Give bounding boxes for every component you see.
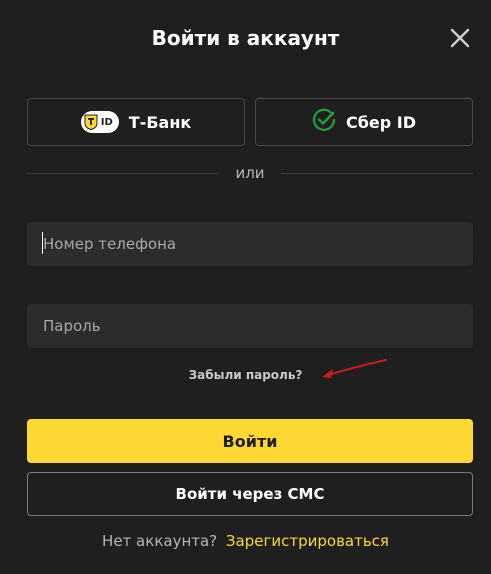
register-prompt: Нет аккаунта? Зарегистрироваться [0, 532, 491, 550]
sber-check-icon [312, 108, 336, 136]
sber-id-login-button[interactable]: Сбер ID [255, 98, 473, 146]
phone-input[interactable] [27, 222, 473, 266]
password-input[interactable] [27, 304, 473, 348]
no-account-text: Нет аккаунта? [102, 532, 218, 550]
annotation-arrow-icon [322, 359, 387, 378]
close-icon[interactable] [448, 26, 472, 50]
tbank-id-logo: ID [80, 111, 119, 133]
login-modal: Войти в аккаунт ID Т-Банк Сбер ID или Но… [0, 0, 491, 574]
sber-label: Сбер ID [345, 112, 417, 132]
text-caret [42, 232, 43, 254]
modal-title: Войти в аккаунт [151, 26, 340, 50]
tbank-label: Т-Банк [128, 112, 192, 132]
or-divider: или [27, 164, 473, 184]
forgot-password-link[interactable]: Забыли пароль? [0, 368, 491, 382]
register-link[interactable]: Зарегистрироваться [226, 532, 389, 550]
login-button[interactable]: Войти [27, 419, 473, 463]
divider-line-right [281, 173, 473, 174]
tbank-login-button[interactable]: ID Т-Банк [27, 98, 245, 146]
tbank-logo-text: ID [100, 116, 113, 128]
sms-login-button[interactable]: Войти через СМС [27, 472, 473, 516]
